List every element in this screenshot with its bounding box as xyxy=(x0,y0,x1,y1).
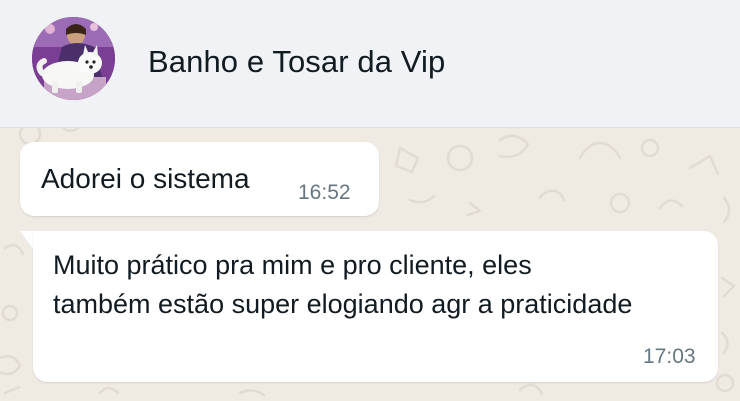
message-list[interactable]: Adorei o sistema 16:52 Muito prático pra… xyxy=(0,128,740,401)
contact-avatar[interactable] xyxy=(32,17,115,100)
chat-window: Banho e Tosar da Vip Adorei o sistema 16… xyxy=(0,0,740,401)
message-timestamp: 16:52 xyxy=(298,181,351,204)
dog-photo-icon xyxy=(32,17,115,100)
message-text: Muito prático pra mim e pro cliente, ele… xyxy=(53,250,633,319)
chat-header[interactable]: Banho e Tosar da Vip xyxy=(0,0,740,128)
contact-name[interactable]: Banho e Tosar da Vip xyxy=(148,44,445,80)
message-bubble-received[interactable]: Muito prático pra mim e pro cliente, ele… xyxy=(33,231,718,382)
message-bubble-received[interactable]: Adorei o sistema 16:52 xyxy=(20,142,379,216)
message-timestamp: 17:03 xyxy=(643,345,696,368)
message-text: Adorei o sistema xyxy=(41,163,250,194)
